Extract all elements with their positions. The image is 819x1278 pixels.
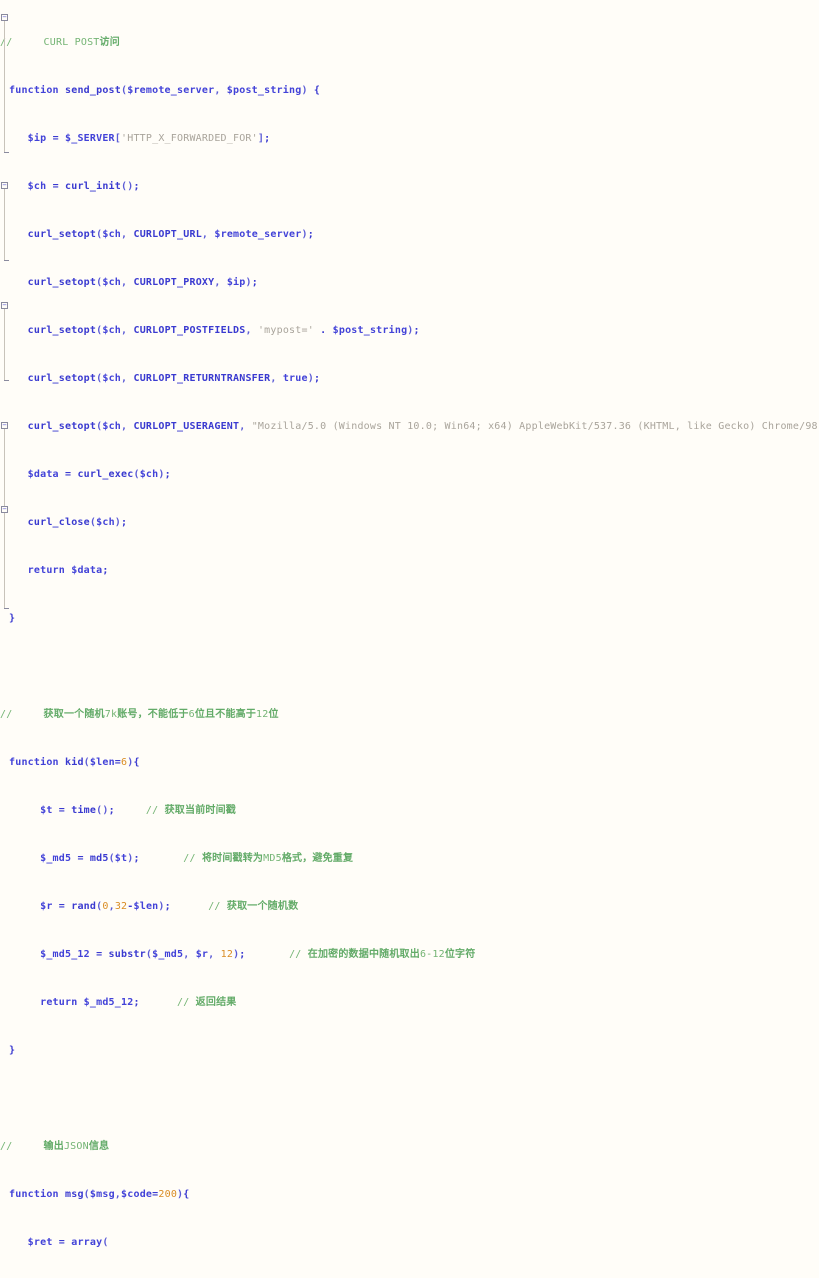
code-line: // CURL POST访问	[0, 37, 120, 48]
fold-range-line	[4, 189, 5, 260]
code-line: function msg($msg,$code=200){	[9, 1189, 190, 1200]
code-line: $_md5 = md5($t); // 将时间戳转为MD5格式，避免重复	[40, 853, 354, 864]
code-line: curl_setopt($ch, CURLOPT_POSTFIELDS, 'my…	[27, 325, 420, 336]
code-line: curl_close($ch);	[27, 517, 128, 528]
code-line: $ip = $_SERVER['HTTP_X_FORWARDED_FOR'];	[27, 133, 271, 144]
fold-collapse-icon[interactable]: −	[1, 422, 8, 429]
code-line: // 获取一个随机7k账号，不能低于6位且不能高于12位	[0, 709, 279, 720]
fold-end-icon	[4, 152, 9, 153]
fold-collapse-icon[interactable]: −	[1, 506, 8, 513]
code-line: return $_md5_12; // 返回结果	[40, 997, 237, 1008]
fold-range-line	[4, 429, 5, 608]
code-line: function kid($len=6){	[9, 757, 140, 768]
code-line: }	[9, 613, 16, 624]
code-line: $ch = curl_init();	[27, 181, 140, 192]
code-line: // 输出JSON信息	[0, 1141, 110, 1152]
fold-collapse-icon[interactable]: −	[1, 302, 8, 309]
fold-collapse-icon[interactable]: −	[1, 14, 8, 21]
code-line: }	[9, 1045, 16, 1056]
code-line: curl_setopt($ch, CURLOPT_RETURNTRANSFER,…	[27, 373, 321, 384]
fold-end-icon	[4, 380, 9, 381]
fold-end-icon	[4, 260, 9, 261]
fold-range-line	[4, 21, 5, 152]
code-line: $r = rand(0,32-$len); // 获取一个随机数	[40, 901, 299, 912]
code-line: $data = curl_exec($ch);	[27, 469, 171, 480]
code-line: $t = time(); // 获取当前时间戳	[40, 805, 236, 816]
code-line: curl_setopt($ch, CURLOPT_PROXY, $ip);	[27, 277, 258, 288]
code-line: $_md5_12 = substr($_md5, $r, 12); // 在加密…	[40, 949, 476, 960]
code-line: curl_setopt($ch, CURLOPT_URL, $remote_se…	[27, 229, 314, 240]
code-line: return $data;	[27, 565, 109, 576]
fold-end-icon	[4, 608, 9, 609]
code-editor-pane[interactable]: // CURL POST访问 function send_post($remot…	[0, 0, 819, 1248]
code-content[interactable]: // CURL POST访问 function send_post($remot…	[0, 0, 819, 1278]
fold-collapse-icon[interactable]: −	[1, 182, 8, 189]
fold-range-line	[4, 309, 5, 380]
code-line: function send_post($remote_server, $post…	[9, 85, 321, 96]
code-line: curl_setopt($ch, CURLOPT_USERAGENT, "Moz…	[27, 421, 819, 432]
code-line: $ret = array(	[27, 1237, 109, 1248]
